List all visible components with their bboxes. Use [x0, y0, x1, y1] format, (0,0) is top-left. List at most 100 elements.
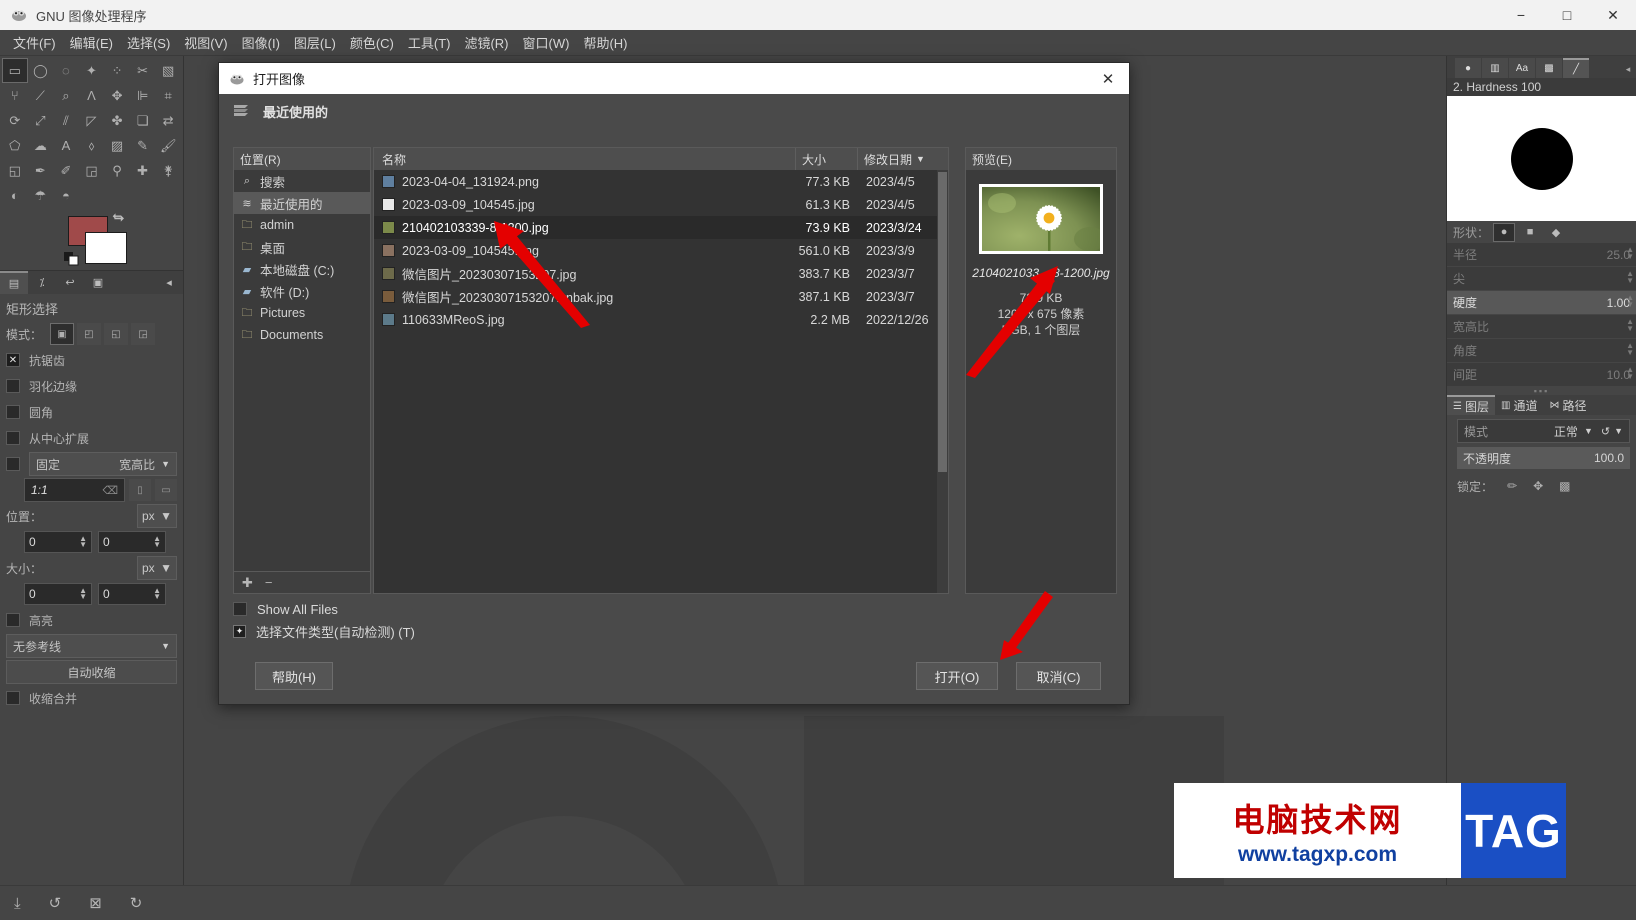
mode-subtract[interactable]: ◱: [104, 323, 129, 345]
menu-edit[interactable]: 编辑(E): [63, 30, 120, 55]
file-list-scrollbar[interactable]: [937, 170, 948, 593]
cancel-button[interactable]: 取消(C): [1016, 662, 1101, 690]
slider-hardness[interactable]: 硬度 1.00 ▲ ▼: [1447, 291, 1636, 315]
lock-pixels-icon[interactable]: ✏: [1507, 479, 1517, 493]
spinner-arrows-icon[interactable]: ▲ ▼: [79, 587, 87, 601]
pencil-icon[interactable]: ✎: [130, 133, 156, 158]
rect-select-icon[interactable]: ▭: [2, 58, 28, 83]
perspective-icon[interactable]: ◸: [79, 108, 105, 133]
menu-tools[interactable]: 工具(T): [401, 30, 458, 55]
tool-option-row[interactable]: 圆角: [6, 400, 177, 424]
spinner-arrows-icon[interactable]: ▲ ▼: [153, 535, 161, 549]
menu-help[interactable]: 帮助(H): [576, 30, 634, 55]
shear-icon[interactable]: ⫽: [53, 108, 79, 133]
bucket-fill-icon[interactable]: ⬨: [79, 133, 105, 158]
perspective-clone-icon[interactable]: ⚵: [155, 158, 181, 183]
tab-patterns[interactable]: ▥: [1482, 58, 1508, 78]
scrollbar-thumb[interactable]: [938, 172, 947, 472]
place-item-0[interactable]: ⌕ 搜索: [234, 170, 370, 192]
layer-opacity-slider[interactable]: 不透明度 100.0: [1457, 447, 1630, 469]
color-picker-icon[interactable]: ⟋: [28, 83, 54, 108]
checkbox-rounded-corners[interactable]: [6, 405, 20, 419]
blur-sharpen-icon[interactable]: ◐: [2, 183, 28, 208]
tool-option-row[interactable]: ✕ 抗锯齿: [6, 348, 177, 372]
ink-icon[interactable]: ✐: [53, 158, 79, 183]
breadcrumb-label[interactable]: 最近使用的: [263, 102, 328, 121]
handle-transform-icon[interactable]: ❏: [130, 108, 156, 133]
tab-gradients[interactable]: ▩: [1536, 58, 1562, 78]
table-row[interactable]: 110633MReoS.jpg 2.2 MB 2022/12/26: [374, 308, 948, 331]
spinner-arrows-icon[interactable]: ▲ ▼: [1626, 246, 1634, 261]
foreground-select-icon[interactable]: ▧: [155, 58, 181, 83]
size-unit-combo[interactable]: px ▼: [137, 556, 177, 580]
clone-icon[interactable]: ⚲: [104, 158, 130, 183]
guides-combo[interactable]: 无参考线 ▼: [6, 634, 177, 658]
gradient-icon[interactable]: ▨: [104, 133, 130, 158]
table-row[interactable]: 2023-04-04_131924.png 77.3 KB 2023/4/5: [374, 170, 948, 193]
checkbox-feather-edges[interactable]: [6, 379, 20, 393]
dock-menu-icon[interactable]: ◂: [1620, 60, 1636, 78]
aspect-ratio-input[interactable]: 1:1 ⌫: [24, 478, 125, 502]
place-item-2[interactable]: 🗀 admin: [234, 214, 370, 236]
show-all-files-row[interactable]: Show All Files: [233, 598, 415, 620]
file-type-row[interactable]: ✦ 选择文件类型(自动检测) (T): [233, 620, 415, 642]
move-icon[interactable]: ✥: [104, 83, 130, 108]
undo-icon[interactable]: ↺: [49, 894, 62, 912]
reset-colors-icon[interactable]: [64, 252, 80, 266]
mode-reset-icon[interactable]: ↺: [1601, 425, 1610, 438]
place-item-3[interactable]: 🗀 桌面: [234, 236, 370, 258]
scale-icon[interactable]: ⤢: [28, 108, 54, 133]
menu-image[interactable]: 图像(I): [235, 30, 287, 55]
tab-paths[interactable]: ⋈ 路径: [1543, 395, 1592, 415]
landscape-orientation-icon[interactable]: ▭: [155, 479, 177, 501]
spinner-arrows-icon[interactable]: ▲ ▼: [1626, 366, 1634, 381]
shape-circle[interactable]: ●: [1493, 222, 1516, 242]
place-item-4[interactable]: ▰ 本地磁盘 (C:): [234, 258, 370, 280]
shape-diamond[interactable]: ◆: [1545, 223, 1567, 242]
slider-spikes[interactable]: 尖 ▲ ▼: [1447, 267, 1636, 291]
menu-colors[interactable]: 颜色(C): [343, 30, 401, 55]
position-unit-combo[interactable]: px ▼: [137, 504, 177, 528]
mode-intersect[interactable]: ◲: [131, 323, 156, 345]
menu-filters[interactable]: 滤镜(R): [457, 30, 515, 55]
fixed-aspect-combo[interactable]: 固定 宽高比 ▼: [29, 452, 177, 476]
column-header-size[interactable]: 大小: [796, 148, 858, 170]
highlight-row[interactable]: 高亮: [6, 608, 177, 632]
spinner-arrows-icon[interactable]: ▲ ▼: [1626, 342, 1634, 357]
lock-position-icon[interactable]: ✥: [1533, 479, 1543, 493]
slider-aspect-ratio[interactable]: 宽高比 ▲ ▼: [1447, 315, 1636, 339]
tab-images[interactable]: ▣: [84, 271, 112, 294]
checkbox-fixed[interactable]: [6, 457, 20, 471]
cage-transform-icon[interactable]: ⬠: [2, 133, 28, 158]
menu-file[interactable]: 文件(F): [6, 30, 63, 55]
checkbox-shrink-merged[interactable]: [6, 691, 20, 705]
table-row[interactable]: 微信图片_20230307153207.xnbak.jpg 387.1 KB 202…: [374, 285, 948, 308]
align-icon[interactable]: ⊫: [130, 83, 156, 108]
paths-icon[interactable]: ⑂: [2, 83, 28, 108]
tab-undo-history[interactable]: ↩: [56, 271, 84, 294]
paintbrush-icon[interactable]: 🖌: [155, 133, 181, 158]
scissors-select-icon[interactable]: ✂: [130, 58, 156, 83]
flip-icon[interactable]: ⇄: [155, 108, 181, 133]
table-row[interactable]: 2023-03-09_104545.png 561.0 KB 2023/3/9: [374, 239, 948, 262]
checkbox-show-all-files[interactable]: [233, 602, 247, 616]
size-width-input[interactable]: 0 ▲ ▼: [24, 583, 92, 605]
size-height-input[interactable]: 0 ▲ ▼: [98, 583, 166, 605]
free-select-icon[interactable]: ◌: [53, 58, 79, 83]
zoom-icon[interactable]: ⌕: [53, 83, 79, 108]
minimize-button[interactable]: −: [1498, 0, 1544, 30]
expander-file-type-icon[interactable]: ✦: [233, 624, 246, 638]
heal-icon[interactable]: ✚: [130, 158, 156, 183]
place-item-1[interactable]: ≋ 最近使用的: [234, 192, 370, 214]
place-item-7[interactable]: 🗀 Documents: [234, 324, 370, 346]
spinner-arrows-icon[interactable]: ▲ ▼: [1626, 318, 1634, 333]
unified-transform-icon[interactable]: ✤: [104, 108, 130, 133]
open-button[interactable]: 打开(O): [916, 662, 998, 690]
tab-brushes[interactable]: ●: [1455, 58, 1481, 78]
shape-square[interactable]: ■: [1519, 223, 1541, 242]
table-row[interactable]: 2023-03-09_104545.jpg 61.3 KB 2023/4/5: [374, 193, 948, 216]
rotate-icon[interactable]: ⟳: [2, 108, 28, 133]
cancel-icon[interactable]: ⊠: [89, 894, 102, 912]
slider-spacing[interactable]: 间距 10.0 ▲ ▼: [1447, 363, 1636, 387]
tab-paint-dynamics[interactable]: ╱: [1563, 58, 1589, 78]
